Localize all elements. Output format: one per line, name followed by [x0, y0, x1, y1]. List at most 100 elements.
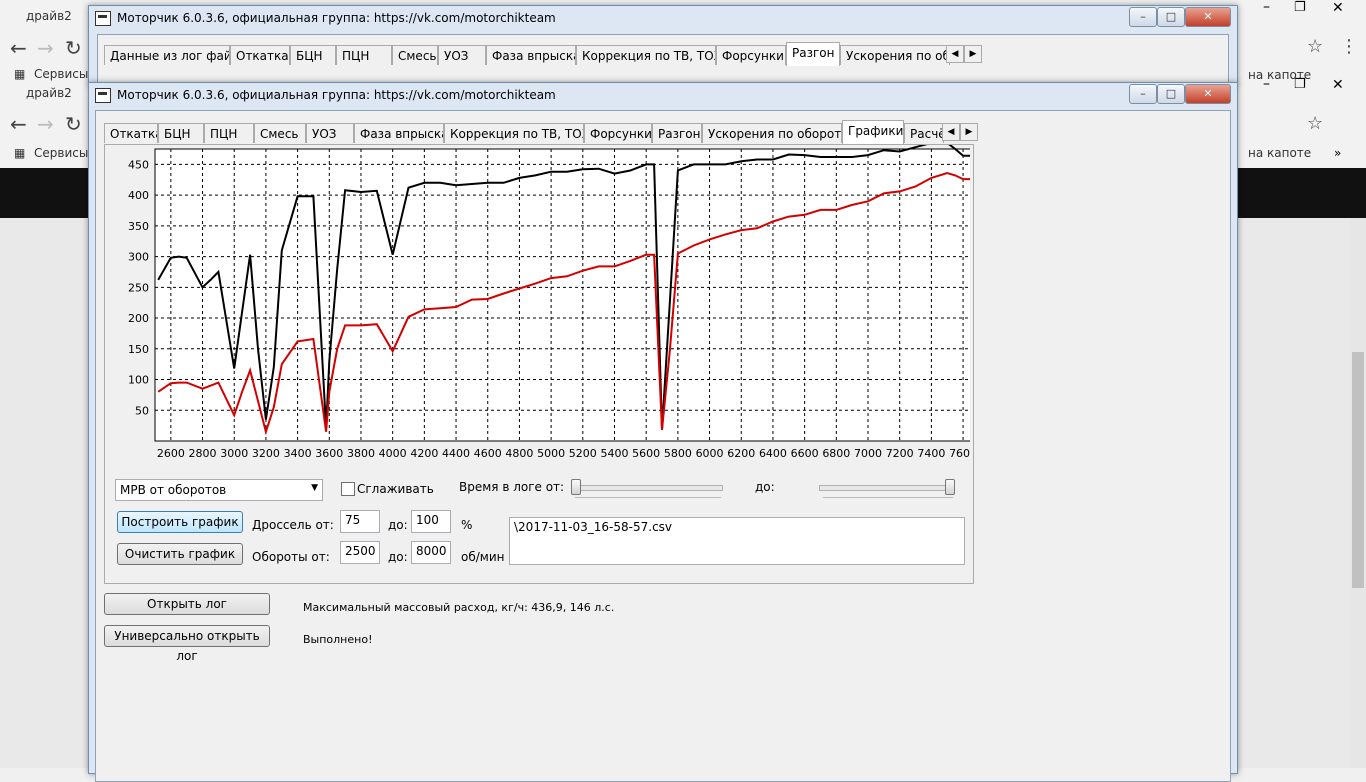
tab-3[interactable]: ПЦН: [204, 123, 254, 143]
browser-close-icon[interactable]: ✕: [1332, 0, 1344, 16]
reload-icon-2[interactable]: ↻: [65, 112, 82, 136]
universal-open-log-button[interactable]: Универсально открыть лог: [104, 625, 270, 663]
time-from-slider-track[interactable]: [575, 485, 723, 491]
browser-close-icon-2[interactable]: ✕: [1332, 77, 1344, 93]
menu-icon[interactable]: ⋮: [1340, 36, 1358, 57]
rpm-to-input[interactable]: 8000: [411, 541, 451, 564]
browser-maximize-icon-2[interactable]: ❐: [1294, 77, 1306, 92]
bookmarks-overflow-icon[interactable]: »: [1334, 146, 1341, 160]
tab-9[interactable]: Форсунки: [716, 45, 786, 65]
rpm-from-input[interactable]: 2500: [340, 541, 380, 564]
x-tick-label: 4000: [379, 447, 407, 460]
x-tick-label: 5600: [632, 447, 660, 460]
done-status: Выполнено!: [303, 633, 373, 646]
reload-icon[interactable]: ↻: [65, 36, 82, 60]
maximize-button[interactable]: □: [1157, 84, 1185, 104]
build-graph-button[interactable]: Построить график: [117, 511, 243, 533]
tab-10[interactable]: Разгон: [786, 42, 840, 66]
tab-6[interactable]: Фаза впрыска: [354, 123, 444, 143]
time-from-slider-base: [575, 497, 721, 498]
tab-scroll-right-icon[interactable]: ▶: [964, 45, 982, 63]
smooth-checkbox[interactable]: [341, 482, 355, 496]
file-list-box[interactable]: \2017-11-03_16-58-57.csv: [509, 517, 965, 565]
tab-5[interactable]: УОЗ: [306, 123, 354, 143]
rpm-label: Обороты от:: [252, 550, 330, 564]
close-button[interactable]: ✕: [1185, 84, 1231, 104]
tab-9[interactable]: Разгон: [652, 123, 702, 143]
tab-8[interactable]: Коррекция по ТВ, ТОЖ: [576, 45, 716, 65]
bookmark-right-2[interactable]: на капоте: [1248, 146, 1311, 160]
bookmark-services-2[interactable]: Сервисы: [34, 146, 88, 160]
throttle-to-input[interactable]: 100: [411, 510, 451, 533]
x-tick-label: 4800: [505, 447, 533, 460]
tab-10[interactable]: Ускорения по оборотам: [702, 123, 842, 143]
x-tick-label: 6000: [696, 447, 724, 460]
time-from-slider-thumb[interactable]: [571, 479, 581, 495]
browser-tab-title-2[interactable]: драйв2: [26, 86, 72, 100]
time-to-slider-track[interactable]: [819, 485, 955, 491]
tab-7[interactable]: Фаза впрыска: [486, 45, 576, 65]
y-tick-label: 450: [128, 158, 149, 171]
open-log-button[interactable]: Открыть лог: [104, 593, 270, 615]
maximize-button[interactable]: □: [1157, 7, 1185, 27]
tab-11[interactable]: Ускорения по оборот: [840, 45, 950, 65]
rpm-unit: об/мин: [461, 550, 505, 564]
time-to-slider-thumb[interactable]: [945, 479, 955, 495]
back-icon[interactable]: ←: [10, 36, 27, 60]
tab-11[interactable]: Графики: [842, 120, 904, 144]
x-tick-label: 3600: [315, 447, 343, 460]
file-name: \2017-11-03_16-58-57.csv: [514, 520, 673, 534]
minimize-button[interactable]: –: [1129, 84, 1157, 104]
x-tick-label: 7600: [949, 447, 970, 460]
max-mass-flow-status: Максимальный массовый расход, кг/ч: 436,…: [303, 601, 615, 614]
x-tick-label: 7000: [854, 447, 882, 460]
y-tick-label: 50: [135, 404, 149, 417]
browser-maximize-icon[interactable]: ❐: [1294, 0, 1306, 15]
tab-2[interactable]: БЦН: [158, 123, 204, 143]
close-button[interactable]: ✕: [1185, 7, 1231, 27]
tab-8[interactable]: Форсунки: [584, 123, 652, 143]
forward-icon[interactable]: →: [37, 36, 54, 60]
rpm-to-label: до:: [388, 550, 408, 564]
bookmark-star-icon[interactable]: ☆: [1307, 36, 1323, 57]
chart-mode-select[interactable]: МРВ от оборотов ▼: [115, 479, 323, 501]
x-tick-label: 3400: [284, 447, 312, 460]
tab-5[interactable]: Смесь: [392, 45, 438, 65]
tab-1[interactable]: Откатка: [104, 123, 158, 143]
time-to-slider-base: [823, 497, 953, 498]
minimize-button[interactable]: –: [1129, 7, 1157, 27]
chart-mode-value: МРВ от оборотов: [120, 483, 227, 497]
back-icon-2[interactable]: ←: [10, 112, 27, 136]
bookmark-star-icon-2[interactable]: ☆: [1307, 113, 1323, 134]
tab-scroll-left-icon[interactable]: ◀: [946, 45, 964, 63]
y-tick-label: 400: [128, 189, 149, 202]
tab-6[interactable]: УОЗ: [438, 45, 486, 65]
x-tick-label: 3000: [220, 447, 248, 460]
tab-7[interactable]: Коррекция по ТВ, ТОЖ: [444, 123, 584, 143]
x-tick-label: 2800: [189, 447, 217, 460]
tab-12[interactable]: Расчё: [904, 123, 944, 143]
apps-icon[interactable]: ▦: [14, 67, 25, 81]
throttle-label: Дроссель от:: [252, 518, 334, 532]
browser-tab-title[interactable]: драйв2: [26, 9, 72, 23]
y-tick-label: 200: [128, 312, 149, 325]
browser-minimize-icon-2[interactable]: –: [1263, 76, 1270, 92]
apps-icon-2[interactable]: ▦: [14, 146, 25, 160]
browser-scrollbar-thumb[interactable]: [1352, 352, 1364, 588]
throttle-from-input[interactable]: 75: [340, 510, 380, 533]
tab-1[interactable]: Данные из лог файла: [104, 45, 230, 65]
tab-2[interactable]: Откатка: [230, 45, 290, 65]
tab-scroll-left-icon[interactable]: ◀: [942, 123, 960, 141]
x-tick-label: 5000: [537, 447, 565, 460]
tab-4[interactable]: Смесь: [254, 123, 306, 143]
forward-icon-2[interactable]: →: [37, 112, 54, 136]
throttle-to-label: до:: [388, 518, 408, 532]
bookmark-services[interactable]: Сервисы: [34, 67, 88, 81]
back-app-window: Моторчик 6.0.3.6, официальная группа: ht…: [88, 5, 1238, 86]
tab-3[interactable]: БЦН: [290, 45, 336, 65]
clear-graph-button[interactable]: Очистить график: [117, 543, 243, 565]
tab-4[interactable]: ПЦН: [336, 45, 392, 65]
browser-minimize-icon[interactable]: –: [1263, 0, 1270, 15]
x-tick-label: 2600: [157, 447, 185, 460]
tab-scroll-right-icon[interactable]: ▶: [960, 123, 978, 141]
